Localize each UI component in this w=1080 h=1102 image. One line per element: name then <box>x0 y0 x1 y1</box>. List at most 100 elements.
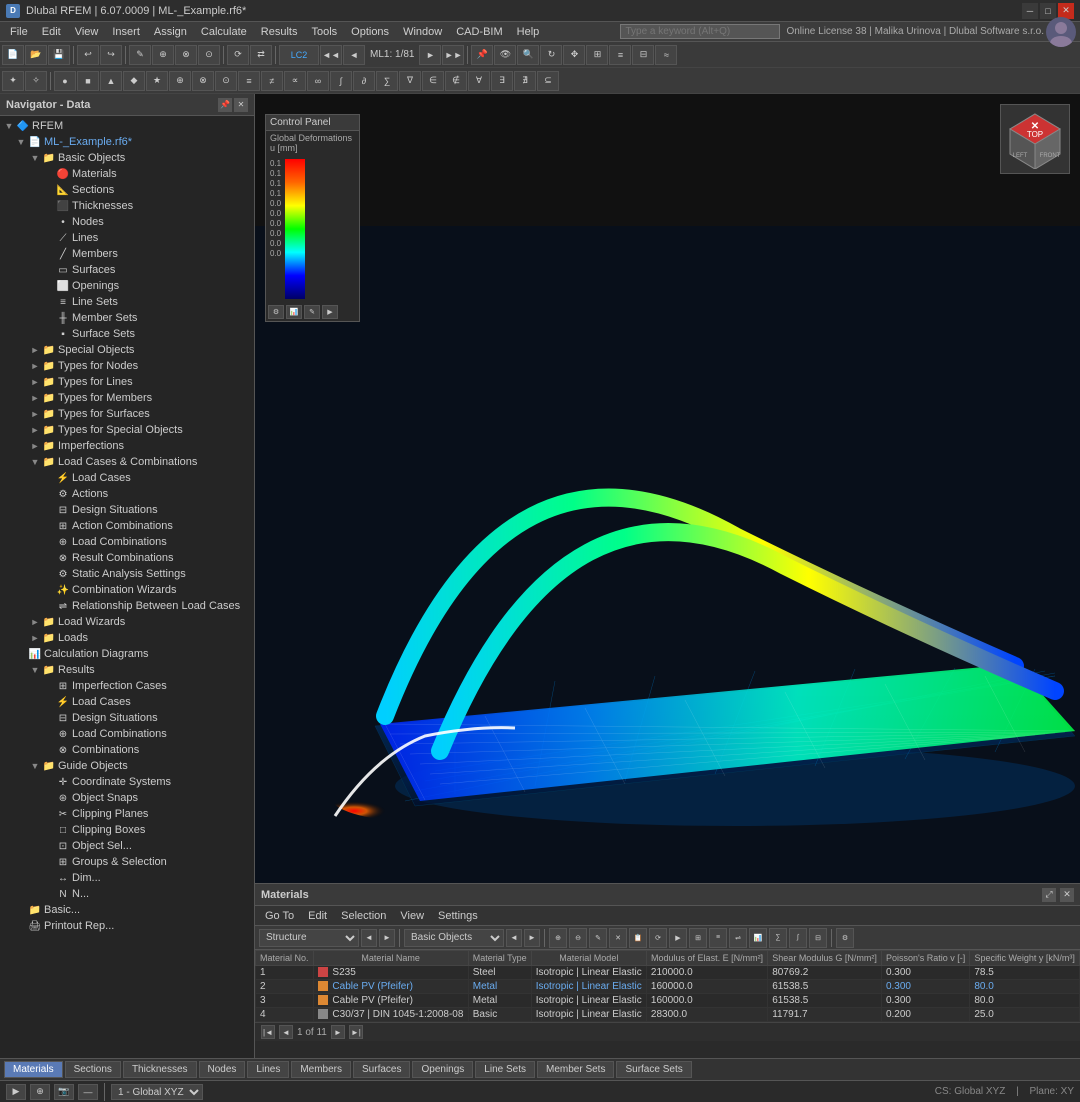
tab-openings[interactable]: Openings <box>412 1061 473 1078</box>
mat-settings-btn[interactable]: ⚙ <box>836 928 854 948</box>
mat-table-container[interactable]: Material No. Material Name Material Type… <box>255 950 1080 1022</box>
cp-btn-1[interactable]: ⚙ <box>268 305 284 319</box>
tree-item-load-cases-comb[interactable]: ▼ 📁 Load Cases & Combinations <box>0 454 254 470</box>
mat-menu-settings[interactable]: Settings <box>432 909 484 923</box>
tree-item-comb-wizards[interactable]: ✨ Combination Wizards <box>0 582 254 598</box>
page-last-btn[interactable]: ►| <box>349 1025 363 1039</box>
save-button[interactable]: 💾 <box>48 45 70 65</box>
tree-item-loads[interactable]: ► 📁 Loads <box>0 630 254 646</box>
next-next-btn[interactable]: ►► <box>442 45 464 65</box>
tree-item-line-sets[interactable]: ≡ Line Sets <box>0 294 254 310</box>
tb2-btn-13[interactable]: ∝ <box>284 71 306 91</box>
tree-item-groups-sel[interactable]: ⊞ Groups & Selection <box>0 854 254 870</box>
tree-item-basic-bot[interactable]: 📁 Basic... <box>0 902 254 918</box>
viewport[interactable]: Control Panel Global Deformations u [mm]… <box>255 94 1080 1058</box>
menu-results[interactable]: Results <box>255 24 304 40</box>
tb2-btn-4[interactable]: ■ <box>77 71 99 91</box>
tab-nodes[interactable]: Nodes <box>199 1061 246 1078</box>
tb2-btn-1[interactable]: ✦ <box>2 71 24 91</box>
tb2-btn-21[interactable]: ∀ <box>468 71 490 91</box>
menu-file[interactable]: File <box>4 24 34 40</box>
tb-fit[interactable]: ⊞ <box>586 45 608 65</box>
table-row[interactable]: 1 S235 Steel Isotropic | Linear Elastic … <box>256 966 1080 980</box>
tree-item-load-wizards[interactable]: ► 📁 Load Wizards <box>0 614 254 630</box>
mat-tb-4[interactable]: ✕ <box>609 928 627 948</box>
tree-item-guide-objects[interactable]: ▼ 📁 Guide Objects <box>0 758 254 774</box>
tb-rotate[interactable]: ↻ <box>540 45 562 65</box>
tree-item-types-special[interactable]: ► 📁 Types for Special Objects <box>0 422 254 438</box>
tb-zoom[interactable]: 🔍 <box>517 45 539 65</box>
navigator-controls[interactable]: 📌 ✕ <box>218 98 248 112</box>
tab-thicknesses[interactable]: Thicknesses <box>123 1061 197 1078</box>
orientation-cube[interactable]: TOP LEFT FRONT ✕ <box>1000 104 1070 174</box>
tb2-btn-23[interactable]: ∄ <box>514 71 536 91</box>
filter-apply-btn[interactable]: ◄ <box>361 929 377 947</box>
menu-tools[interactable]: Tools <box>305 24 343 40</box>
mat-next-btn[interactable]: ► <box>524 929 540 947</box>
mat-tb-7[interactable]: ▶ <box>669 928 687 948</box>
tree-item-n[interactable]: N N... <box>0 886 254 902</box>
tab-members[interactable]: Members <box>291 1061 351 1078</box>
tb-btn-3[interactable]: ✎ <box>129 45 151 65</box>
tree-item-ml-example[interactable]: ▼ 📄 ML-_Example.rf6* <box>0 134 254 150</box>
mat-tb-12[interactable]: ∑ <box>769 928 787 948</box>
page-prev-btn[interactable]: ◄ <box>279 1025 293 1039</box>
mat-tb-8[interactable]: ⊞ <box>689 928 707 948</box>
tb2-btn-9[interactable]: ⊗ <box>192 71 214 91</box>
tree-item-rfem[interactable]: ▼ 🔷 RFEM <box>0 118 254 134</box>
table-row[interactable]: 3 Cable PV (Pfeifer) Metal Isotropic | L… <box>256 994 1080 1008</box>
tb2-btn-7[interactable]: ★ <box>146 71 168 91</box>
mat-tb-2[interactable]: ⊖ <box>569 928 587 948</box>
menu-window[interactable]: Window <box>397 24 448 40</box>
mat-tb-1[interactable]: ⊕ <box>549 928 567 948</box>
tb2-btn-16[interactable]: ∂ <box>353 71 375 91</box>
new-button[interactable]: 📄 <box>2 45 24 65</box>
tree-item-imperfections[interactable]: ► 📁 Imperfections <box>0 438 254 454</box>
tb-eye[interactable]: 👁 <box>494 45 516 65</box>
tree-item-openings[interactable]: ⬜ Openings <box>0 278 254 294</box>
tb-btn-extra1[interactable]: ≡ <box>609 45 631 65</box>
tb2-btn-6[interactable]: ◆ <box>123 71 145 91</box>
tb2-btn-8[interactable]: ⊕ <box>169 71 191 91</box>
tree-item-load-combinations[interactable]: ⊕ Load Combinations <box>0 534 254 550</box>
mat-menu-view[interactable]: View <box>394 909 430 923</box>
tb2-btn-2[interactable]: ✧ <box>25 71 47 91</box>
tree-item-relationship[interactable]: ⇌ Relationship Between Load Cases <box>0 598 254 614</box>
tree-item-basic-objects[interactable]: ▼ 📁 Basic Objects <box>0 150 254 166</box>
tree-item-results[interactable]: ▼ 📁 Results <box>0 662 254 678</box>
tab-sections[interactable]: Sections <box>65 1061 121 1078</box>
tb-btn-extra3[interactable]: ≈ <box>655 45 677 65</box>
tree-item-thicknesses[interactable]: ⬛ Thicknesses <box>0 198 254 214</box>
basic-objects-dropdown[interactable]: Basic Objects <box>404 929 504 947</box>
tree-item-imperfection-cases[interactable]: ⊞ Imperfection Cases <box>0 678 254 694</box>
tb-btn-4[interactable]: ⊕ <box>152 45 174 65</box>
cp-buttons[interactable]: ⚙ 📊 ✎ ▶ <box>266 303 359 321</box>
cp-btn-2[interactable]: 📊 <box>286 305 302 319</box>
menu-options[interactable]: Options <box>345 24 395 40</box>
tb2-btn-3[interactable]: ● <box>54 71 76 91</box>
tree-item-nodes[interactable]: • Nodes <box>0 214 254 230</box>
redo-button[interactable]: ↪ <box>100 45 122 65</box>
tree-item-members[interactable]: ╱ Members <box>0 246 254 262</box>
tree-item-calc-diagrams[interactable]: 📊 Calculation Diagrams <box>0 646 254 662</box>
mat-tb-9[interactable]: ≡ <box>709 928 727 948</box>
nav-close-btn[interactable]: ✕ <box>234 98 248 112</box>
table-row[interactable]: 4 C30/37 | DIN 1045-1:2008-08 Basic Isot… <box>256 1008 1080 1022</box>
window-controls[interactable]: ─ □ ✕ <box>1022 3 1074 19</box>
tree-item-lines[interactable]: ⟋ Lines <box>0 230 254 246</box>
tree-item-object-snaps[interactable]: ⊛ Object Snaps <box>0 790 254 806</box>
tree-item-res-result-combinations[interactable]: ⊗ Combinations <box>0 742 254 758</box>
tree-item-actions[interactable]: ⚙ Actions <box>0 486 254 502</box>
tree-item-types-lines[interactable]: ► 📁 Types for Lines <box>0 374 254 390</box>
tree-item-clipping-planes[interactable]: ✂ Clipping Planes <box>0 806 254 822</box>
tree-item-special-objects[interactable]: ► 📁 Special Objects <box>0 342 254 358</box>
tb2-btn-15[interactable]: ∫ <box>330 71 352 91</box>
tree-item-coord-systems[interactable]: ✛ Coordinate Systems <box>0 774 254 790</box>
tb-lc2[interactable]: LC2 <box>279 45 319 65</box>
tb2-btn-22[interactable]: ∃ <box>491 71 513 91</box>
mat-tb-14[interactable]: ⊟ <box>809 928 827 948</box>
tree-item-load-cases[interactable]: ⚡ Load Cases <box>0 470 254 486</box>
tree-item-static-analysis[interactable]: ⚙ Static Analysis Settings <box>0 566 254 582</box>
tree-item-clipping-boxes[interactable]: □ Clipping Boxes <box>0 822 254 838</box>
status-dash-btn[interactable]: — <box>78 1084 98 1100</box>
